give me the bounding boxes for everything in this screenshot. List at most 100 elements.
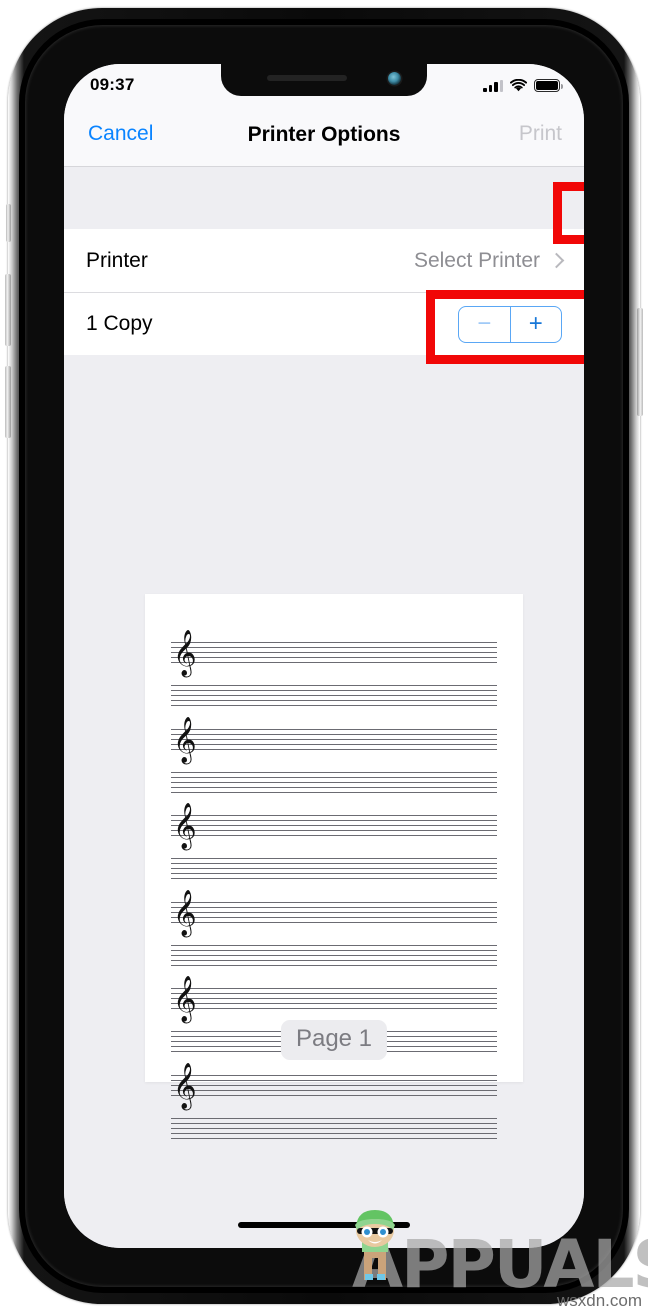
mute-switch-button[interactable] xyxy=(6,204,11,242)
music-staff: 𝄞 xyxy=(171,806,497,846)
staff-line xyxy=(171,743,497,745)
staff-line xyxy=(171,954,497,956)
staff-line xyxy=(171,1127,497,1129)
page-preview-sheet[interactable]: 𝄞 𝄞 𝄞 𝄞 𝄞 𝄞 Page 1 xyxy=(145,594,523,1139)
staff-line xyxy=(171,1079,497,1081)
staff-line xyxy=(171,728,497,730)
staff-line xyxy=(171,964,497,966)
music-staff: 𝄞 xyxy=(171,633,497,673)
staff-line xyxy=(171,1089,497,1091)
staff-line xyxy=(171,830,497,831)
printer-row-label: Printer xyxy=(86,248,148,272)
staff-line xyxy=(171,993,497,994)
staff-line xyxy=(171,748,497,750)
staff-line xyxy=(171,998,497,999)
staff-line xyxy=(171,988,497,989)
printer-row-value-group: Select Printer xyxy=(413,248,565,273)
staff-line xyxy=(171,705,497,706)
music-staff: 𝄞 xyxy=(171,979,497,1019)
music-staff: 𝄞 xyxy=(171,1066,497,1106)
staff-line xyxy=(171,825,497,826)
staff-line xyxy=(171,1094,497,1096)
staff-line xyxy=(171,1074,497,1076)
staff-line xyxy=(171,1008,497,1009)
cellular-signal-icon xyxy=(483,80,503,92)
print-button-highlight xyxy=(553,182,584,244)
staff-line xyxy=(171,652,497,653)
staff-line xyxy=(171,690,497,691)
power-button[interactable] xyxy=(637,308,643,416)
staff-line xyxy=(171,685,497,686)
staff-line xyxy=(171,1137,497,1139)
staff-line xyxy=(171,1122,497,1124)
music-staff-group: 𝄞 xyxy=(171,1066,497,1141)
music-staff-container: 𝄞 𝄞 𝄞 𝄞 𝄞 𝄞 xyxy=(171,633,497,1139)
staff-line xyxy=(171,916,497,918)
battery-full-icon xyxy=(534,79,563,92)
home-indicator[interactable] xyxy=(238,1222,410,1228)
staff-line xyxy=(171,695,497,696)
staff-line xyxy=(171,873,497,874)
treble-clef-icon: 𝄞 xyxy=(173,803,197,849)
staff-line xyxy=(171,700,497,701)
staff-line xyxy=(171,781,497,783)
music-staff xyxy=(171,771,497,795)
volume-up-button[interactable] xyxy=(5,274,11,346)
music-staff-group: 𝄞 xyxy=(171,806,497,881)
music-staff-group: 𝄞 xyxy=(171,633,497,708)
music-staff: 𝄞 xyxy=(171,893,497,933)
staff-line xyxy=(171,911,497,913)
device-notch xyxy=(221,64,427,96)
select-printer-highlight xyxy=(426,290,584,364)
staff-line xyxy=(171,815,497,816)
phone-device-frame: 09:37 Cancel Printer Options Print Print… xyxy=(5,8,643,1304)
staff-line xyxy=(171,786,497,788)
front-camera-icon xyxy=(388,72,401,85)
music-staff: 𝄞 xyxy=(171,720,497,760)
page-number-badge: Page 1 xyxy=(280,1020,388,1060)
volume-down-button[interactable] xyxy=(5,366,11,438)
treble-clef-icon: 𝄞 xyxy=(173,1062,197,1109)
staff-line xyxy=(171,906,497,908)
staff-line xyxy=(171,863,497,864)
staff-line xyxy=(171,1132,497,1134)
staff-line xyxy=(171,959,497,961)
wifi-icon xyxy=(509,78,528,92)
staff-line xyxy=(171,921,497,923)
staff-line xyxy=(171,820,497,821)
staff-line xyxy=(171,791,497,793)
staff-line xyxy=(171,835,497,836)
status-bar-indicators xyxy=(483,76,563,92)
music-staff-group: 𝄞 xyxy=(171,720,497,795)
music-staff xyxy=(171,944,497,968)
treble-clef-icon: 𝄞 xyxy=(173,716,197,763)
status-bar-time: 09:37 xyxy=(90,75,135,94)
copies-row-label: 1 Copy xyxy=(86,312,153,335)
page-title: Printer Options xyxy=(247,123,401,146)
source-site-label: wsxdn.com xyxy=(556,1291,642,1310)
music-staff xyxy=(171,1117,497,1141)
staff-line xyxy=(171,878,497,879)
staff-line xyxy=(171,1003,497,1004)
music-staff-group: 𝄞 xyxy=(171,893,497,968)
printer-row[interactable]: Printer Select Printer xyxy=(64,229,584,292)
staff-line xyxy=(171,949,497,951)
staff-line xyxy=(171,944,497,946)
staff-line xyxy=(171,771,497,773)
treble-clef-icon: 𝄞 xyxy=(173,889,197,936)
staff-line xyxy=(171,733,497,735)
staff-line xyxy=(171,776,497,778)
print-preview-area: 𝄞 𝄞 𝄞 𝄞 𝄞 𝄞 Page 1 xyxy=(64,355,584,1248)
chevron-right-icon xyxy=(548,252,565,269)
staff-line xyxy=(171,657,497,658)
staff-line xyxy=(171,1084,497,1086)
phone-screen: 09:37 Cancel Printer Options Print Print… xyxy=(64,64,584,1248)
print-button[interactable]: Print xyxy=(519,122,562,146)
select-printer-value: Select Printer xyxy=(413,248,540,272)
treble-clef-icon: 𝄞 xyxy=(173,976,197,1022)
staff-line xyxy=(171,642,497,643)
staff-line xyxy=(171,738,497,740)
navigation-bar: Cancel Printer Options Print xyxy=(64,104,584,167)
staff-line xyxy=(171,662,497,663)
staff-line xyxy=(171,868,497,869)
